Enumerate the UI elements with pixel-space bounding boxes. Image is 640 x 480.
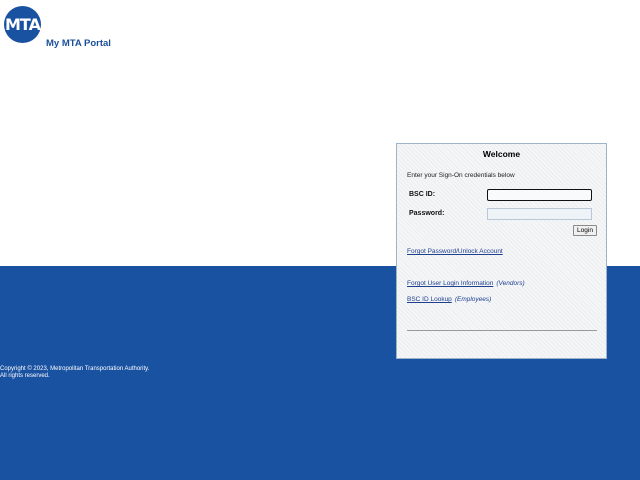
password-input[interactable] xyxy=(487,208,592,220)
password-label: Password: xyxy=(409,210,445,217)
mta-logo-text: MTA xyxy=(5,15,41,34)
employees-note: (Employees) xyxy=(454,296,492,303)
mta-logo: MTA xyxy=(4,6,41,43)
copyright-line-2: All rights reserved. xyxy=(0,373,50,379)
login-button[interactable]: Login xyxy=(573,225,597,236)
forgot-user-row: Forgot User Login Information (Vendors) xyxy=(407,280,525,287)
login-panel: Welcome Enter your Sign-On credentials b… xyxy=(396,143,607,359)
login-panel-title: Welcome xyxy=(482,149,521,159)
panel-divider xyxy=(407,330,597,331)
forgot-password-link[interactable]: Forgot Password/Unlock Account xyxy=(407,248,503,255)
bsc-id-lookup-link[interactable]: BSC ID Lookup xyxy=(407,296,452,303)
bsc-lookup-row: BSC ID Lookup (Employees) xyxy=(407,296,491,303)
copyright-line-1: Copyright © 2023, Metropolitan Transport… xyxy=(0,366,150,372)
login-instructions: Enter your Sign-On credentials below xyxy=(407,172,515,179)
vendors-note: (Vendors) xyxy=(496,280,525,287)
portal-title: My MTA Portal xyxy=(46,38,111,49)
copyright-notice: Copyright © 2023, Metropolitan Transport… xyxy=(0,366,200,380)
bsc-id-label: BSC ID: xyxy=(409,191,436,198)
bsc-id-input[interactable] xyxy=(487,189,592,201)
forgot-user-link[interactable]: Forgot User Login Information xyxy=(407,280,493,287)
